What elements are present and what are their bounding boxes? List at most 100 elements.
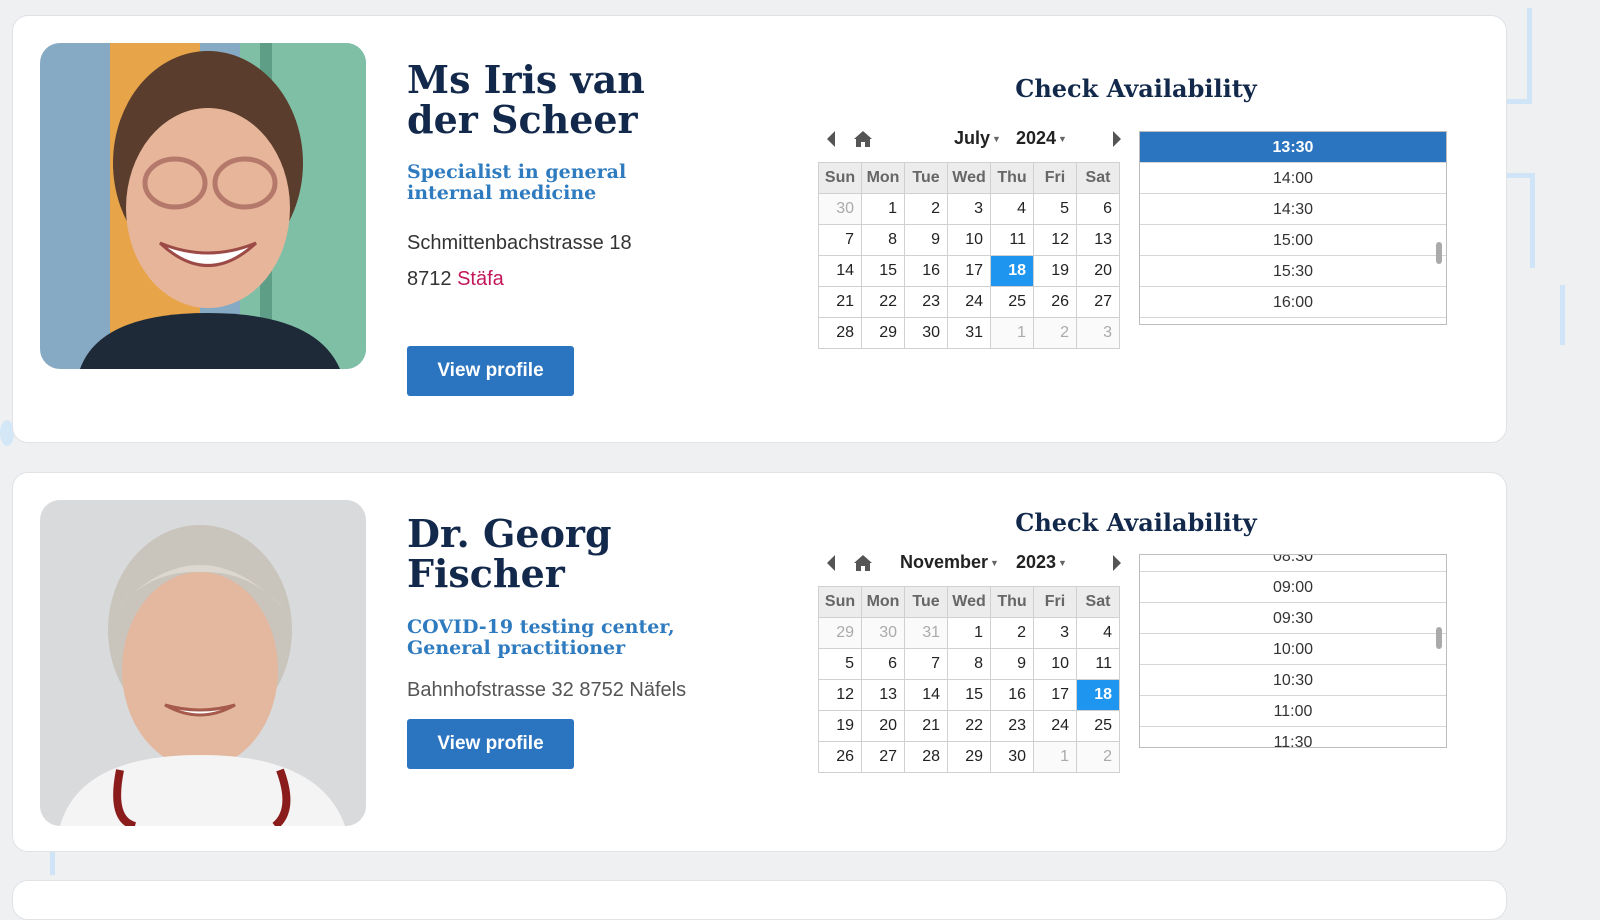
calendar-day[interactable]: 9: [904, 224, 948, 256]
calendar-day[interactable]: 30: [990, 741, 1034, 773]
time-slot[interactable]: 13:30: [1140, 132, 1446, 163]
next-month-icon[interactable]: [1111, 130, 1123, 153]
calendar-day[interactable]: 3: [1076, 317, 1120, 349]
calendar-day[interactable]: 18: [990, 255, 1034, 287]
calendar-day[interactable]: 11: [1076, 648, 1120, 680]
time-slot[interactable]: 15:30: [1140, 256, 1446, 287]
calendar-day[interactable]: 22: [947, 710, 991, 742]
year-select[interactable]: 2024 ▼: [1016, 128, 1067, 149]
time-slot[interactable]: 14:00: [1140, 163, 1446, 194]
time-slot[interactable]: 08:30: [1140, 555, 1446, 572]
month-select[interactable]: July ▼: [954, 128, 1001, 149]
calendar-day[interactable]: 25: [990, 286, 1034, 318]
calendar-day[interactable]: 25: [1076, 710, 1120, 742]
prev-month-icon[interactable]: [825, 130, 837, 153]
calendar-day[interactable]: 29: [861, 317, 905, 349]
calendar-day[interactable]: 9: [990, 648, 1034, 680]
home-icon[interactable]: [853, 130, 873, 153]
calendar-day[interactable]: 2: [1076, 741, 1120, 773]
calendar-day[interactable]: 2: [1033, 317, 1077, 349]
calendar-day[interactable]: 20: [861, 710, 905, 742]
calendar-day[interactable]: 26: [818, 741, 862, 773]
calendar-day[interactable]: 4: [1076, 617, 1120, 649]
calendar-day[interactable]: 27: [861, 741, 905, 773]
calendar-day[interactable]: 8: [861, 224, 905, 256]
calendar-day[interactable]: 3: [947, 193, 991, 225]
time-slot[interactable]: 11:30: [1140, 727, 1446, 747]
calendar-day[interactable]: 15: [947, 679, 991, 711]
time-slot[interactable]: 09:30: [1140, 603, 1446, 634]
calendar-day[interactable]: 24: [947, 286, 991, 318]
weekday-header: Tue: [904, 162, 948, 194]
calendar-day[interactable]: 16: [904, 255, 948, 287]
calendar-day[interactable]: 12: [1033, 224, 1077, 256]
calendar-day[interactable]: 24: [1033, 710, 1077, 742]
calendar-day[interactable]: 11: [990, 224, 1034, 256]
home-icon[interactable]: [853, 554, 873, 577]
time-slot[interactable]: 11:00: [1140, 696, 1446, 727]
calendar-day[interactable]: 7: [904, 648, 948, 680]
calendar-day[interactable]: 1: [1033, 741, 1077, 773]
calendar-day[interactable]: 29: [818, 617, 862, 649]
calendar-day[interactable]: 2: [990, 617, 1034, 649]
calendar-day[interactable]: 26: [1033, 286, 1077, 318]
time-slot[interactable]: 14:30: [1140, 194, 1446, 225]
year-select[interactable]: 2023 ▼: [1016, 552, 1067, 573]
time-slot[interactable]: 09:00: [1140, 572, 1446, 603]
time-slot[interactable]: 10:30: [1140, 665, 1446, 696]
calendar-day[interactable]: 13: [1076, 224, 1120, 256]
calendar-day[interactable]: 31: [904, 617, 948, 649]
calendar-day[interactable]: 28: [904, 741, 948, 773]
scrollbar-thumb[interactable]: [1436, 242, 1442, 264]
time-slot[interactable]: 10:00: [1140, 634, 1446, 665]
calendar-day[interactable]: 21: [818, 286, 862, 318]
scrollbar-thumb[interactable]: [1436, 627, 1442, 649]
calendar-day[interactable]: 20: [1076, 255, 1120, 287]
city-link[interactable]: Stäfa: [457, 268, 504, 290]
calendar-day[interactable]: 8: [947, 648, 991, 680]
prev-month-icon[interactable]: [825, 554, 837, 577]
calendar-day[interactable]: 17: [1033, 679, 1077, 711]
month-select[interactable]: November ▼: [900, 552, 999, 573]
calendar-day[interactable]: 27: [1076, 286, 1120, 318]
calendar-day[interactable]: 19: [1033, 255, 1077, 287]
calendar-day[interactable]: 4: [990, 193, 1034, 225]
calendar-day[interactable]: 13: [861, 679, 905, 711]
time-slot[interactable]: 16:00: [1140, 287, 1446, 318]
calendar-day[interactable]: 14: [818, 255, 862, 287]
calendar-day[interactable]: 1: [861, 193, 905, 225]
calendar-day[interactable]: 30: [904, 317, 948, 349]
calendar-day[interactable]: 2: [904, 193, 948, 225]
calendar-day[interactable]: 30: [861, 617, 905, 649]
calendar-day[interactable]: 19: [818, 710, 862, 742]
next-month-icon[interactable]: [1111, 554, 1123, 577]
weekday-header: Fri: [1033, 162, 1077, 194]
calendar-day[interactable]: 12: [818, 679, 862, 711]
calendar-day[interactable]: 3: [1033, 617, 1077, 649]
calendar-day[interactable]: 10: [1033, 648, 1077, 680]
calendar-day[interactable]: 15: [861, 255, 905, 287]
calendar-day[interactable]: 10: [947, 224, 991, 256]
calendar-day[interactable]: 31: [947, 317, 991, 349]
calendar-day[interactable]: 16: [990, 679, 1034, 711]
calendar-day[interactable]: 18: [1076, 679, 1120, 711]
calendar-day[interactable]: 14: [904, 679, 948, 711]
calendar-day[interactable]: 21: [904, 710, 948, 742]
calendar-day[interactable]: 5: [818, 648, 862, 680]
calendar-day[interactable]: 28: [818, 317, 862, 349]
calendar-day[interactable]: 1: [947, 617, 991, 649]
calendar-day[interactable]: 23: [904, 286, 948, 318]
calendar-day[interactable]: 5: [1033, 193, 1077, 225]
calendar-day[interactable]: 22: [861, 286, 905, 318]
calendar-day[interactable]: 7: [818, 224, 862, 256]
calendar-day[interactable]: 6: [861, 648, 905, 680]
view-profile-button[interactable]: View profile: [407, 346, 574, 396]
view-profile-button[interactable]: View profile: [407, 719, 574, 769]
calendar-day[interactable]: 17: [947, 255, 991, 287]
calendar-day[interactable]: 1: [990, 317, 1034, 349]
calendar-day[interactable]: 6: [1076, 193, 1120, 225]
calendar-day[interactable]: 29: [947, 741, 991, 773]
calendar-day[interactable]: 30: [818, 193, 862, 225]
calendar-day[interactable]: 23: [990, 710, 1034, 742]
time-slot[interactable]: 15:00: [1140, 225, 1446, 256]
